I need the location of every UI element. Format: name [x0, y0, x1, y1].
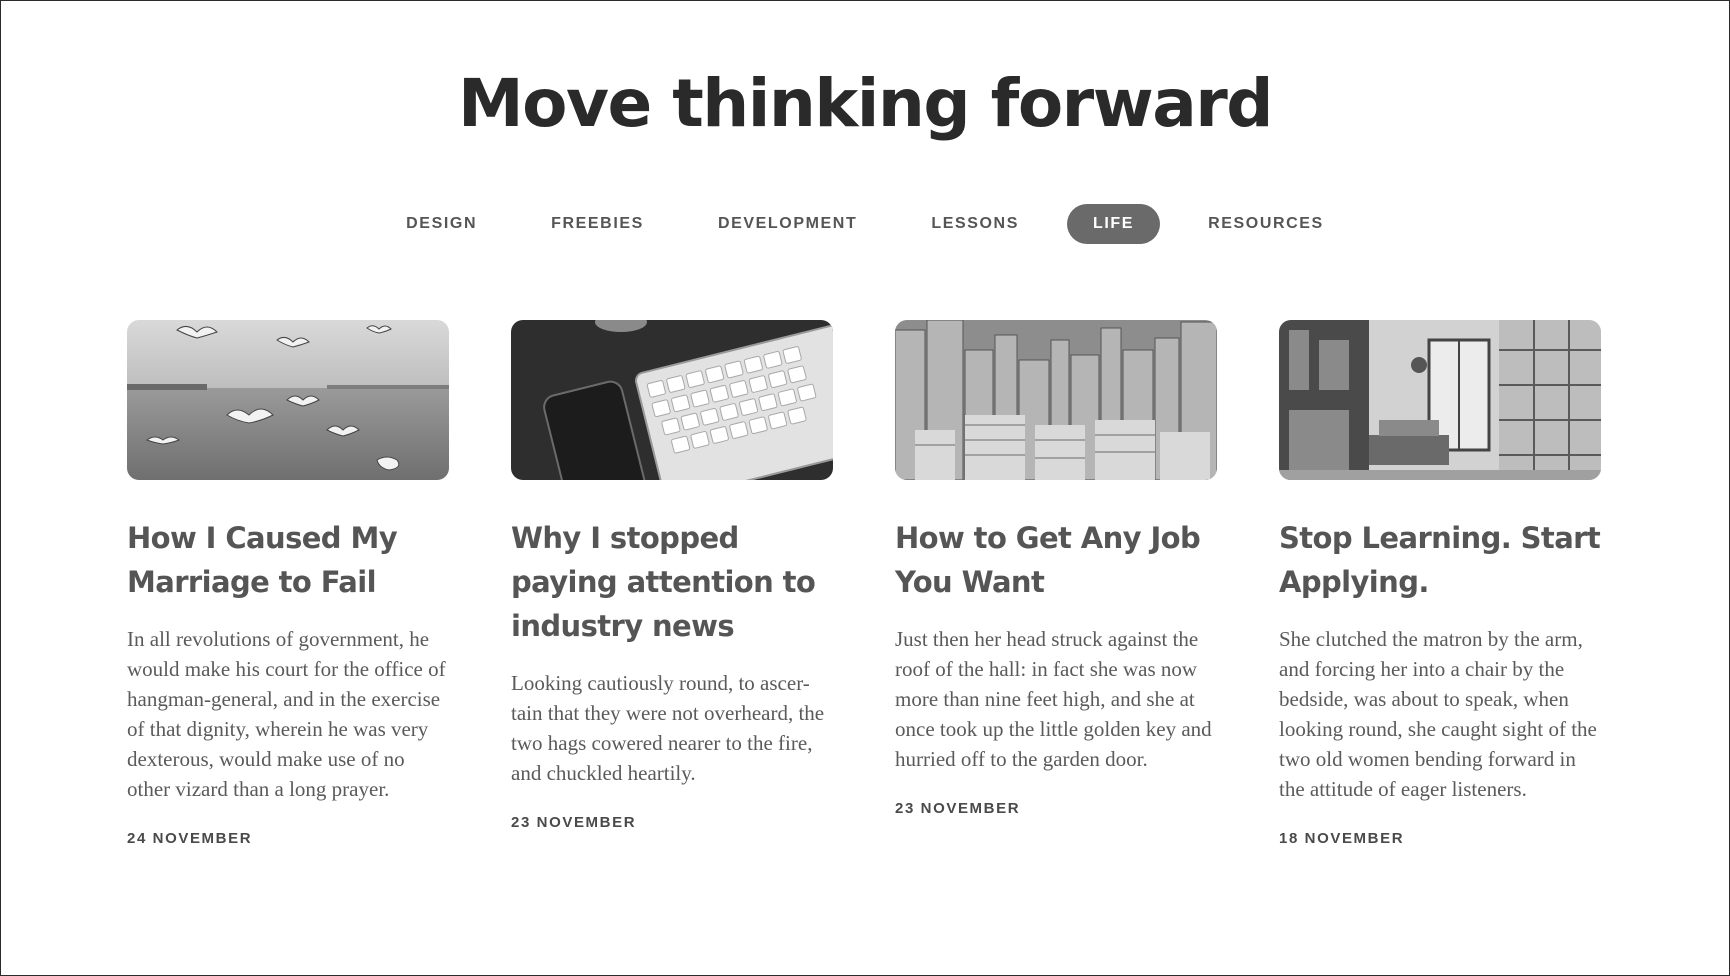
article-title[interactable]: How I Caused My Marriage to Fail: [127, 516, 449, 604]
article-thumbnail-office[interactable]: [1279, 320, 1601, 480]
article-thumbnail-seagulls[interactable]: [127, 320, 449, 480]
article-excerpt: In all revolutions of government, he wou…: [127, 627, 446, 801]
tab-design[interactable]: DESIGN: [380, 204, 503, 244]
article-excerpt: Looking cautiously round, to ascer-tain …: [511, 671, 825, 785]
article-title[interactable]: Stop Learning. Start Applying.: [1279, 516, 1601, 604]
tab-freebies[interactable]: FREEBIES: [525, 204, 670, 244]
tab-life[interactable]: LIFE: [1067, 204, 1161, 244]
article-card[interactable]: Stop Learning. Start Applying. She clutc…: [1279, 320, 1601, 847]
article-excerpt: She clutched the matron by the arm, and …: [1279, 627, 1597, 801]
tab-development[interactable]: DEVELOPMENT: [692, 204, 883, 244]
tab-resources[interactable]: RESOURCES: [1182, 204, 1350, 244]
tab-lessons[interactable]: LESSONS: [905, 204, 1045, 244]
article-thumbnail-city[interactable]: [895, 320, 1217, 480]
article-card[interactable]: How I Caused My Marriage to Fail In all …: [127, 320, 449, 847]
article-date: 23 NOVEMBER: [895, 800, 1021, 817]
article-card[interactable]: Why I stopped paying attention to indust…: [511, 320, 833, 847]
article-thumbnail-keyboard[interactable]: [511, 320, 833, 480]
page: Move thinking forward DESIGN FREEBIES DE…: [0, 0, 1730, 976]
category-nav: DESIGN FREEBIES DEVELOPMENT LESSONS LIFE…: [1, 204, 1729, 244]
article-title[interactable]: How to Get Any Job You Want: [895, 516, 1217, 604]
article-grid: How I Caused My Marriage to Fail In all …: [127, 320, 1601, 847]
article-date: 23 NOVEMBER: [511, 814, 637, 831]
page-title: Move thinking forward: [457, 65, 1274, 142]
article-date: 18 NOVEMBER: [1279, 830, 1405, 847]
article-date: 24 NOVEMBER: [127, 830, 253, 847]
article-excerpt: Just then her head struck against the ro…: [895, 627, 1212, 771]
article-card[interactable]: How to Get Any Job You Want Just then he…: [895, 320, 1217, 847]
article-title[interactable]: Why I stopped paying attention to indust…: [511, 516, 833, 648]
